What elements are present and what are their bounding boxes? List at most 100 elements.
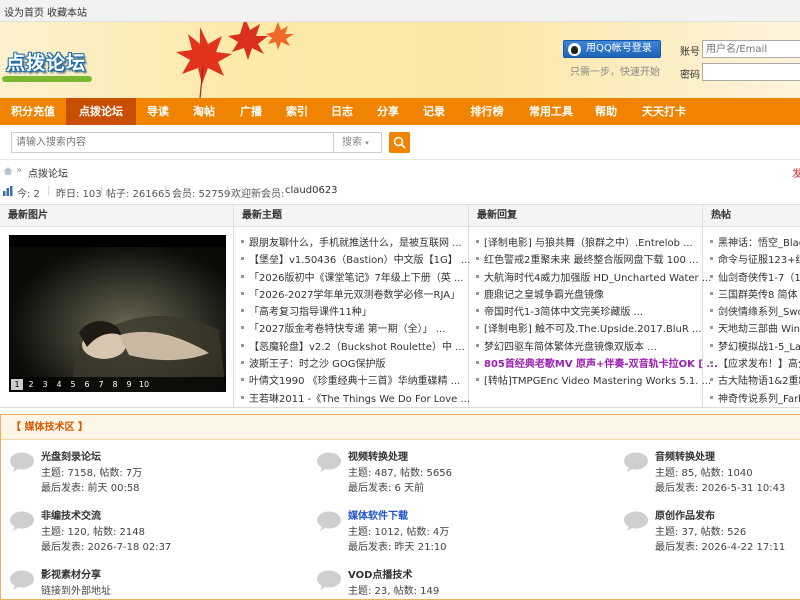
nav-item-index[interactable]: 索引 [274,98,320,125]
slideshow-pager: 1 2 3 4 5 6 7 8 9 10 [9,377,226,392]
forum-name[interactable]: 光盘刻录论坛 [41,448,101,463]
breadcrumb-right-link[interactable]: 发 [792,165,800,180]
list-item[interactable]: 「2026-2027学年单元双测卷数学必修一RJA」 [241,286,470,303]
nav-item-guide[interactable]: 导读 [136,98,180,125]
nav-item-points-recharge[interactable]: 积分充值 [0,98,66,125]
pager-button[interactable]: 4 [53,379,65,390]
forum-item[interactable]: 非编技术交流 主题: 120, 帖数: 2148 最后发表: 2026-7-18… [1,507,251,563]
forum-item[interactable]: 媒体软件下载 主题: 1012, 帖数: 4万 最后发表: 昨天 21:10 [308,507,558,563]
stat-divider: | [164,185,168,196]
forum-item[interactable]: 视频转换处理 主题: 487, 帖数: 5656 最后发表: 6 天前 [308,448,558,504]
nav-item-share[interactable]: 分享 [364,98,412,125]
nav-item-help[interactable]: 帮助 [584,98,628,125]
list-item[interactable]: 古大陆物语1&2重制 [710,372,800,389]
pager-button[interactable]: 8 [109,379,121,390]
forum-last-post[interactable]: 最后发表: 2026-4-22 17:11 [655,538,785,553]
forum-name[interactable]: 原创作品发布 [655,507,715,522]
bookmark-link[interactable]: 收藏本站 [47,4,87,19]
nav-item-forum[interactable]: 点拨论坛 [66,98,136,125]
nav-item-blog[interactable]: 日志 [320,98,364,125]
list-item[interactable]: 「高考复习指导课件11种」 [241,303,470,320]
forum-name[interactable]: 视频转换处理 [348,448,408,463]
forum-name[interactable]: 音频转换处理 [655,448,715,463]
nav-item-collections[interactable]: 淘帖 [180,98,228,125]
password-input[interactable] [702,63,800,81]
pager-button[interactable]: 3 [39,379,51,390]
forum-stats: 主题: 23, 帖数: 149 [348,586,440,597]
list-item[interactable]: [译制电影] 触不可及.The.Upside.2017.BluR ... [476,320,718,337]
forum-item[interactable]: 影视素材分享 链接到外部地址 [1,566,251,600]
pager-button[interactable]: 1 [11,379,23,390]
list-item[interactable]: 「2027版金考卷特快专递 第一期（全）」 ... [241,320,470,337]
list-item[interactable]: 天地劫三部曲 Win10 [710,320,800,337]
username-label: 账号 [680,47,700,58]
forum-name[interactable]: VOD点播技术 [348,566,412,581]
new-member-link[interactable]: claud0623 [285,185,338,196]
qq-login-button[interactable]: 用QQ帐号登录 [563,40,661,58]
list-item-highlighted[interactable]: 805首经典老歌MV 原声+伴奏-双音轨卡拉OK [ ... [476,355,718,372]
forum-item[interactable]: 原创作品发布 主题: 37, 帖数: 526 最后发表: 2026-4-22 1… [615,507,800,563]
pager-button[interactable]: 5 [67,379,79,390]
list-item[interactable]: 命令与征服123+红色 [710,251,800,268]
list-item[interactable]: 【堡垒】v1.50436（Bastion）中文版【1G】 ... [241,251,470,268]
nav-item-ranking[interactable]: 排行榜 [456,98,518,125]
home-icon[interactable] [3,166,13,176]
forum-last-post[interactable]: 最后发表: 6 天前 [348,479,424,494]
list-item[interactable]: 大航海时代4威力加强版 HD_Uncharted Water ... [476,269,718,286]
list-item[interactable]: 鹿鼎记之皇城争霸光盘镜像 [476,286,718,303]
forum-last-post[interactable]: 最后发表: 2026-7-18 02:37 [41,538,171,553]
list-item[interactable]: 【恶魔轮盘】v2.2（Buckshot Roulette）中 ... [241,338,470,355]
list-item[interactable]: 剑侠情缘系列_Swor [710,303,800,320]
list-item[interactable]: 【应求发布！】高分 [710,355,800,372]
search-scope-select[interactable]: 搜索 ▾ [334,132,382,153]
search-button[interactable] [389,132,410,153]
list-item[interactable]: 梦幻模拟战1-5_Lan [710,338,800,355]
stat-yesterday: 昨日: 103 [56,189,102,200]
nav-item-broadcast[interactable]: 广播 [228,98,274,125]
media-section-title[interactable]: 【 媒体技术区 】 [1,415,800,440]
set-home-link[interactable]: 设为首页 [4,4,44,19]
forum-external-link[interactable]: 链接到外部地址 [41,582,111,597]
site-logo[interactable]: 点拨论坛 [2,40,96,84]
list-item[interactable]: 王若琳2011 -《The Things We Do For Love ... [241,390,470,407]
qq-icon [568,43,581,56]
list-item[interactable]: [译制电影] 与狼共舞（狼群之中）.Entrelob ... [476,234,718,251]
list-item[interactable]: 帝国时代1-3简体中文完美珍藏版 ... [476,303,718,320]
list-item[interactable]: [转帖]TMPGEnc Video Mastering Works 5.1. .… [476,372,718,389]
nav-item-tools[interactable]: 常用工具 [518,98,584,125]
list-item[interactable]: 黑神话：悟空_Black [710,234,800,251]
list-item[interactable]: 仙剑奇侠传1-7（10 [710,269,800,286]
forum-item[interactable]: 音频转换处理 主题: 85, 帖数: 1040 最后发表: 2026-5-31 … [615,448,800,504]
latest-image-slideshow[interactable] [9,235,226,392]
forum-item[interactable]: VOD点播技术 主题: 23, 帖数: 149 [308,566,558,600]
forum-name[interactable]: 媒体软件下载 [348,507,408,522]
forum-name[interactable]: 非编技术交流 [41,507,101,522]
forum-last-post[interactable]: 最后发表: 2026-5-31 10:43 [655,479,785,494]
pager-button[interactable]: 2 [25,379,37,390]
pager-button[interactable]: 9 [123,379,135,390]
username-input[interactable] [702,40,800,58]
list-item[interactable]: 跟朋友聊什么，手机就推送什么，是被互联网 ... [241,234,470,251]
forum-last-post[interactable]: 最后发表: 前天 00:58 [41,479,140,494]
forum-bubble-icon [10,511,34,531]
list-item[interactable]: 神奇传说系列_Farla [710,390,800,407]
pager-button[interactable]: 10 [137,379,151,390]
pager-button[interactable]: 7 [95,379,107,390]
nav-item-checkin[interactable]: 天天打卡 [628,98,700,125]
stat-divider: | [47,185,51,196]
forum-last-post[interactable]: 最后发表: 昨天 21:10 [348,538,447,553]
list-item[interactable]: 叶倩文1990 《珍重经典十三首》华纳重碟精 ... [241,372,470,389]
chevron-down-icon: ▾ [365,139,369,147]
nav-item-records[interactable]: 记录 [412,98,456,125]
list-item[interactable]: 「2026版初中《课堂笔记》7年级上下册（英 ... [241,269,470,286]
forum-name[interactable]: 影视素材分享 [41,566,101,581]
search-input[interactable]: 请输入搜索内容 [11,132,334,153]
forum-item[interactable]: 光盘刻录论坛 主题: 7158, 帖数: 7万 最后发表: 前天 00:58 [1,448,251,504]
pager-button[interactable]: 6 [81,379,93,390]
slideshow-photo [9,235,226,392]
breadcrumb-current[interactable]: 点拨论坛 [28,165,68,180]
list-item[interactable]: 波斯王子：时之沙 GOG保护版 [241,355,470,372]
list-item[interactable]: 红色警戒2重聚未来 最终整合版网盘下载 100 ... [476,251,718,268]
list-item[interactable]: 三国群英传8 简体 [710,286,800,303]
list-item[interactable]: 梦幻四驱车简体繁体光盘镜像双版本 ... [476,338,718,355]
